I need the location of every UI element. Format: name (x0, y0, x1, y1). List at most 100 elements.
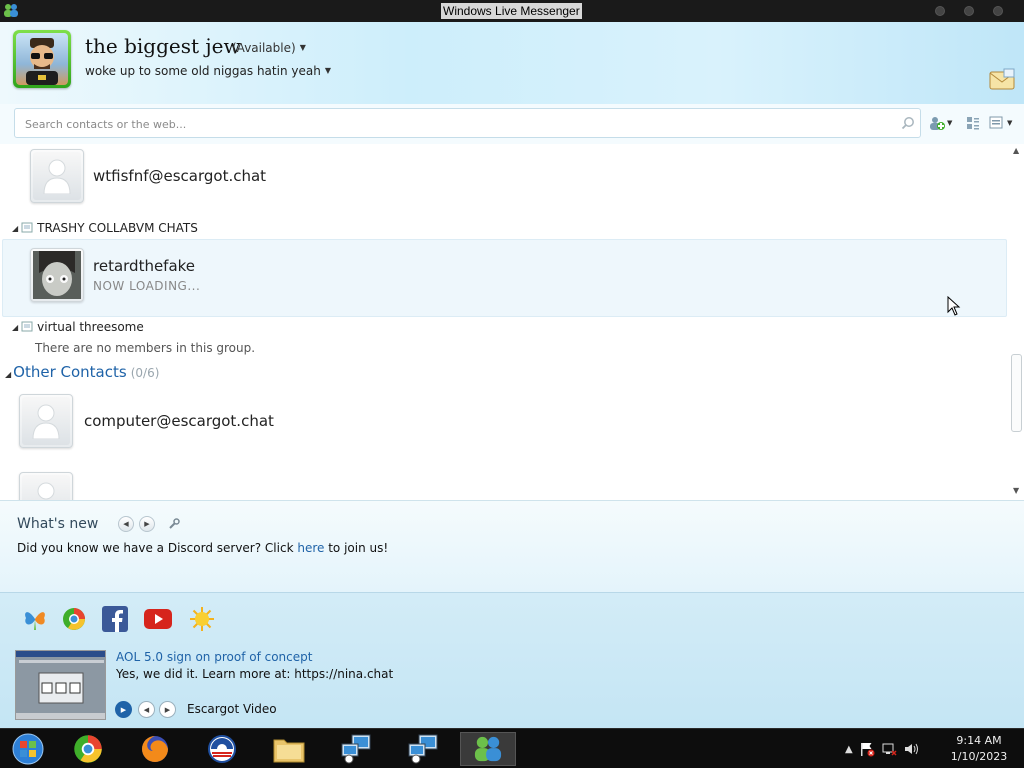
show-menu-button[interactable]: ▼ (989, 113, 1012, 133)
facebook-icon (102, 606, 128, 632)
start-orb-icon (12, 733, 44, 765)
group-header-virtual-threesome[interactable]: ◢ virtual threesome (12, 320, 144, 334)
obama-logo-icon (208, 735, 236, 763)
whats-new-text-after: to join us! (324, 541, 389, 555)
status-selector[interactable]: (Available) ▼ (232, 41, 306, 55)
previous-video-button[interactable]: ◀ (138, 701, 155, 718)
title-bar: Windows Live Messenger (0, 0, 1024, 22)
taskbar-file-explorer[interactable] (261, 732, 317, 766)
mail-icon[interactable] (988, 68, 1016, 92)
chevron-down-icon: ▼ (299, 43, 306, 52)
weather-button[interactable] (188, 605, 216, 633)
contact-item[interactable] (19, 472, 73, 500)
minimize-button[interactable] (935, 6, 945, 16)
network-icon[interactable] (881, 741, 897, 757)
empty-group-text: There are no members in this group. (35, 341, 256, 355)
scroll-down-arrow-icon[interactable]: ▼ (1013, 486, 1019, 495)
taskbar-chrome[interactable] (60, 732, 116, 766)
taskbar-messenger[interactable] (460, 732, 516, 766)
contact-item[interactable]: wtfisfnf@escargot.chat (30, 149, 266, 203)
scroll-up-arrow-icon[interactable]: ▲ (1013, 146, 1019, 155)
personal-message[interactable]: woke up to some old niggas hatin yeah ▼ (85, 64, 331, 78)
chevron-down-icon: ▼ (324, 66, 331, 75)
chevron-down-icon: ▼ (947, 119, 953, 127)
taskbar-network-app-2[interactable] (395, 732, 451, 766)
messenger-app-icon[interactable] (3, 3, 19, 18)
group-name: virtual threesome (37, 320, 144, 334)
taskbar-network-app-1[interactable] (328, 732, 384, 766)
play-button[interactable]: ▶ (115, 701, 132, 718)
folder-icon (273, 739, 305, 763)
display-name[interactable]: the biggest jew (85, 34, 241, 58)
search-icon[interactable] (901, 116, 915, 130)
mouse-cursor-icon (947, 296, 961, 316)
contact-avatar (19, 472, 73, 500)
search-bar (14, 108, 921, 138)
escargot-c-icon (63, 608, 85, 630)
chevron-down-icon: ▼ (1007, 119, 1013, 127)
group-header-other-contacts[interactable]: ◢ Other Contacts (0/6) (5, 363, 159, 381)
system-tray: ▲ (845, 739, 919, 759)
add-contact-button[interactable]: ▼ (929, 113, 952, 133)
video-label: Escargot Video (187, 702, 277, 716)
news-headline-link[interactable]: AOL 5.0 sign on proof of concept (116, 650, 312, 664)
profile-header: the biggest jew (Available) ▼ woke up to … (0, 22, 1024, 104)
firefox-icon (142, 736, 168, 762)
youtube-icon (144, 609, 172, 629)
contact-name: retardthefake (93, 257, 196, 275)
group-header-trashy-collabvm-chats[interactable]: ◢ TRASHY COLLABVM CHATS (12, 221, 198, 235)
clock[interactable]: 9:14 AM 1/10/2023 (944, 733, 1014, 765)
news-thumbnail[interactable] (15, 650, 106, 720)
group-name: Other Contacts (13, 363, 127, 381)
sun-icon (190, 607, 214, 631)
contact-avatar (30, 248, 84, 302)
start-button[interactable] (0, 732, 56, 766)
news-thumbnail-image (16, 651, 105, 719)
window-title: Windows Live Messenger (441, 3, 582, 19)
whats-new-panel: What's new ◀ ▶ Did you know we have a Di… (0, 500, 1024, 592)
add-contact-icon (930, 117, 945, 130)
next-video-button[interactable]: ▶ (159, 701, 176, 718)
messenger-icon (474, 736, 502, 762)
contact-avatar (30, 149, 84, 203)
social-network-button[interactable] (21, 605, 49, 633)
network-computer-icon (408, 734, 438, 764)
group-icon (21, 222, 33, 233)
whats-new-text-before: Did you know we have a Discord server? C… (17, 541, 298, 555)
contact-name: computer@escargot.chat (84, 412, 274, 430)
show-hidden-icons-arrow[interactable]: ▲ (845, 744, 853, 755)
default-user-icon (43, 159, 71, 194)
change-layout-button[interactable] (966, 113, 980, 133)
taskbar-firefox[interactable] (127, 732, 183, 766)
menu-icon (989, 116, 1003, 129)
youtube-button[interactable] (144, 605, 172, 633)
contact-item[interactable]: retardthefake NOW LOADING... (30, 248, 200, 302)
contact-list-scrollbar[interactable]: ▲ ▼ (1009, 144, 1024, 500)
scrollbar-thumb[interactable] (1011, 354, 1022, 432)
contact-avatar (19, 394, 73, 448)
contact-status: NOW LOADING... (93, 279, 201, 293)
group-name: TRASHY COLLABVM CHATS (37, 221, 198, 235)
clock-date: 1/10/2023 (950, 750, 1008, 763)
previous-button[interactable]: ◀ (118, 516, 134, 532)
collapse-triangle-icon: ◢ (5, 370, 12, 379)
next-button[interactable]: ▶ (139, 516, 155, 532)
chrome-button[interactable] (60, 605, 88, 633)
layout-icon (967, 117, 979, 130)
facebook-button[interactable] (101, 605, 129, 633)
action-center-flag-icon[interactable] (859, 741, 875, 757)
contact-name: wtfisfnf@escargot.chat (93, 167, 267, 185)
collapse-triangle-icon: ◢ (12, 322, 19, 332)
volume-icon[interactable] (903, 741, 919, 757)
user-avatar[interactable] (13, 30, 71, 88)
whats-new-title: What's new (17, 516, 99, 532)
discord-link[interactable]: here (297, 541, 324, 555)
contact-item[interactable]: computer@escargot.chat (19, 394, 274, 448)
search-input[interactable] (25, 115, 885, 133)
wrench-icon[interactable] (168, 518, 180, 530)
default-user-icon (37, 482, 55, 500)
maximize-button[interactable] (964, 6, 974, 16)
close-button[interactable] (993, 6, 1003, 16)
network-computer-icon (341, 734, 371, 764)
taskbar-obama-app[interactable] (194, 732, 250, 766)
